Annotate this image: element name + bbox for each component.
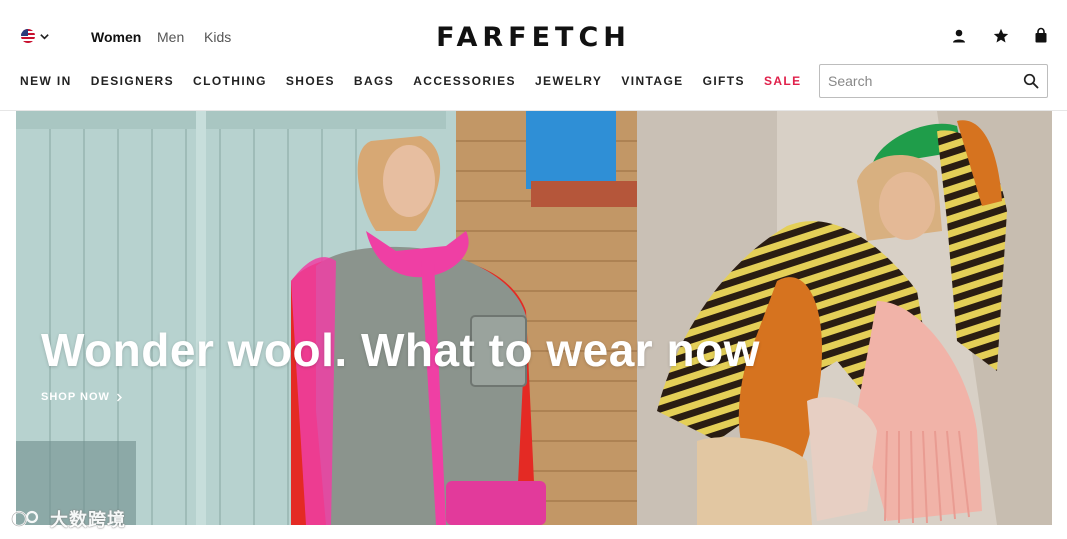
shop-now-link[interactable]: SHOP NOW <box>41 391 123 403</box>
nav-clothing[interactable]: CLOTHING <box>193 74 267 88</box>
nav-gifts[interactable]: GIFTS <box>703 74 745 88</box>
nav-new-in[interactable]: NEW IN <box>20 74 72 88</box>
search-input[interactable] <box>828 65 1018 97</box>
nav-accessories[interactable]: ACCESSORIES <box>413 74 516 88</box>
us-flag-icon <box>21 29 35 43</box>
account-icon[interactable] <box>950 27 968 45</box>
search-icon[interactable] <box>1023 73 1039 89</box>
search-box <box>819 64 1048 98</box>
wishlist-star-icon[interactable] <box>992 27 1010 45</box>
hero-photo-right <box>637 111 1052 525</box>
tab-kids[interactable]: Kids <box>204 29 231 45</box>
nav-jewelry[interactable]: JEWELRY <box>535 74 602 88</box>
chevron-down-icon <box>40 33 49 40</box>
watermark: 大数跨境 <box>8 506 126 532</box>
nav-sale[interactable]: SALE <box>764 74 802 88</box>
hero-headline[interactable]: Wonder wool. What to wear now <box>41 323 760 377</box>
top-bar: Women Men Kids FARFETCH <box>0 0 1067 70</box>
brand-logo-text[interactable]: FARFETCH <box>436 22 631 53</box>
tab-women[interactable]: Women <box>91 29 141 45</box>
nav-bags[interactable]: BAGS <box>354 74 394 88</box>
shop-now-label: SHOP NOW <box>41 391 110 403</box>
hero-photo-left <box>16 111 637 525</box>
hero-banner[interactable]: Wonder wool. What to wear now SHOP NOW <box>16 111 1052 525</box>
chevron-right-icon <box>116 393 122 401</box>
watermark-text: 大数跨境 <box>50 510 126 530</box>
nav-vintage[interactable]: VINTAGE <box>621 74 683 88</box>
shopping-bag-icon[interactable] <box>1032 27 1050 45</box>
main-nav: NEW IN DESIGNERS CLOTHING SHOES BAGS ACC… <box>20 74 821 88</box>
hero-image-right <box>637 111 1052 525</box>
nav-shoes[interactable]: SHOES <box>286 74 335 88</box>
tab-men[interactable]: Men <box>157 29 184 45</box>
hero-image-left <box>16 111 637 525</box>
nav-designers[interactable]: DESIGNERS <box>91 74 174 88</box>
locale-selector[interactable] <box>21 29 50 43</box>
watermark-logo-icon <box>10 510 39 528</box>
